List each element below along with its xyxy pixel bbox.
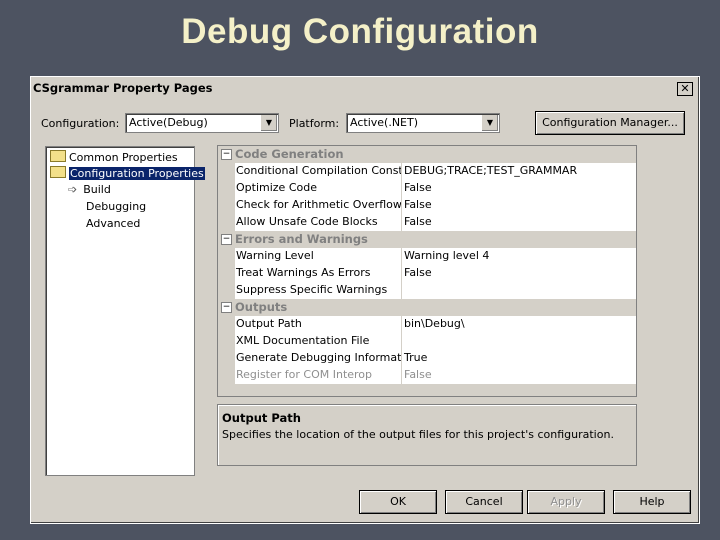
tree-item-configuration-properties[interactable]: Configuration Properties: [50, 166, 205, 180]
property-row[interactable]: Allow Unsafe Code Blocks False: [218, 214, 636, 232]
property-row[interactable]: Generate Debugging Information True: [218, 350, 636, 368]
dialog-title: CSgrammar Property Pages: [33, 81, 213, 95]
property-value[interactable]: False: [402, 180, 636, 198]
configuration-label: Configuration:: [41, 117, 120, 130]
dropdown-arrow-icon: ▼: [260, 115, 277, 131]
property-row[interactable]: Warning Level Warning level 4: [218, 248, 636, 266]
collapse-icon[interactable]: −: [221, 302, 232, 313]
description-title: Output Path: [222, 411, 301, 425]
settings-tree: Common Properties Configuration Properti…: [45, 146, 205, 476]
property-value[interactable]: DEBUG;TRACE;TEST_GRAMMAR: [402, 163, 636, 181]
property-name: Suppress Specific Warnings: [235, 282, 401, 300]
property-row[interactable]: Suppress Specific Warnings: [218, 282, 636, 300]
tree-item-advanced[interactable]: Advanced: [86, 217, 140, 230]
property-value[interactable]: False: [402, 214, 636, 232]
property-name: Conditional Compilation Constants: [235, 163, 401, 181]
property-row[interactable]: Conditional Compilation Constants DEBUG;…: [218, 163, 636, 181]
property-name: Allow Unsafe Code Blocks: [235, 214, 401, 232]
property-row[interactable]: Treat Warnings As Errors False: [218, 265, 636, 283]
open-folder-icon: [50, 166, 66, 178]
property-value[interactable]: bin\Debug\: [402, 316, 636, 334]
category-errors-and-warnings[interactable]: − Errors and Warnings: [218, 231, 636, 248]
property-value[interactable]: False: [402, 197, 636, 215]
property-name: Check for Arithmetic Overflow/Underflow: [235, 197, 401, 215]
configuration-value: Active(Debug): [129, 116, 208, 129]
description-text: Specifies the location of the output fil…: [222, 428, 614, 441]
description-panel: Output Path Specifies the location of th…: [217, 404, 637, 466]
help-button[interactable]: Help: [613, 490, 691, 514]
configuration-dropdown[interactable]: Active(Debug) ▼: [125, 113, 279, 133]
tree-item-build[interactable]: ➩ Build: [68, 183, 111, 196]
property-grid: − Code Generation Conditional Compilatio…: [217, 145, 637, 397]
folder-icon: [50, 150, 66, 162]
platform-value: Active(.NET): [350, 116, 419, 129]
arrow-pointer-icon: ➩: [68, 183, 78, 196]
slide-title: Debug Configuration: [181, 12, 539, 51]
ok-button[interactable]: OK: [359, 490, 437, 514]
platform-label: Platform:: [289, 117, 340, 130]
property-value[interactable]: True: [402, 350, 636, 368]
property-pages-dialog: CSgrammar Property Pages ✕ Configuration…: [30, 76, 700, 524]
cancel-button[interactable]: Cancel: [445, 490, 523, 514]
property-value[interactable]: [402, 333, 636, 351]
tree-item-common-properties[interactable]: Common Properties: [50, 150, 178, 164]
property-row[interactable]: Check for Arithmetic Overflow/Underflow …: [218, 197, 636, 215]
close-button[interactable]: ✕: [677, 82, 693, 96]
property-name: Generate Debugging Information: [235, 350, 401, 368]
property-value[interactable]: False: [402, 367, 636, 385]
property-value[interactable]: [402, 282, 636, 300]
platform-dropdown[interactable]: Active(.NET) ▼: [346, 113, 500, 133]
property-row[interactable]: XML Documentation File: [218, 333, 636, 351]
collapse-icon[interactable]: −: [221, 149, 232, 160]
property-name: Output Path: [235, 316, 401, 334]
dropdown-arrow-icon: ▼: [481, 115, 498, 131]
property-value[interactable]: Warning level 4: [402, 248, 636, 266]
tree-item-debugging[interactable]: Debugging: [86, 200, 146, 213]
property-value[interactable]: False: [402, 265, 636, 283]
property-row[interactable]: Output Path bin\Debug\: [218, 316, 636, 334]
collapse-icon[interactable]: −: [221, 234, 232, 245]
property-name: Optimize Code: [235, 180, 401, 198]
property-row[interactable]: Register for COM Interop False: [218, 367, 636, 385]
property-name: Register for COM Interop: [235, 367, 401, 385]
apply-button[interactable]: Apply: [527, 490, 605, 514]
property-name: Warning Level: [235, 248, 401, 266]
category-code-generation[interactable]: − Code Generation: [218, 146, 636, 163]
category-outputs[interactable]: − Outputs: [218, 299, 636, 316]
property-name: XML Documentation File: [235, 333, 401, 351]
property-name: Treat Warnings As Errors: [235, 265, 401, 283]
property-row[interactable]: Optimize Code False: [218, 180, 636, 198]
configuration-manager-button[interactable]: Configuration Manager...: [535, 111, 685, 135]
close-icon: ✕: [680, 82, 690, 95]
